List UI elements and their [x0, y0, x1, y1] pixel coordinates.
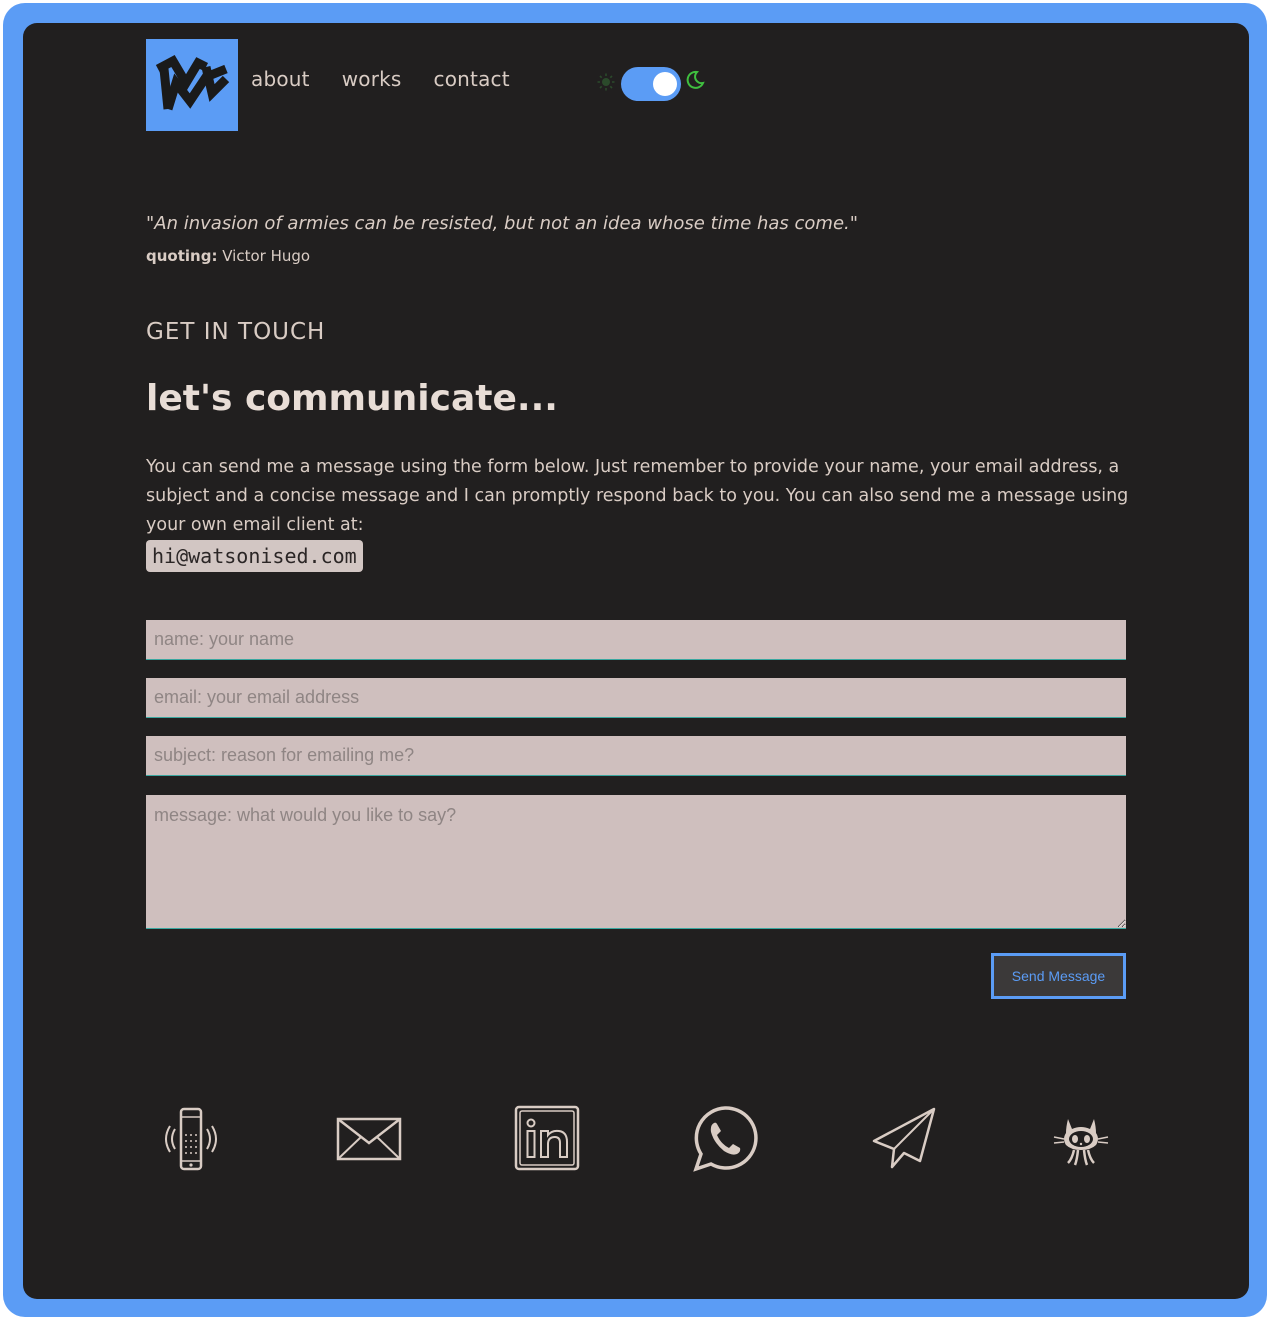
logo[interactable] — [146, 39, 238, 131]
toggle-switch[interactable] — [621, 67, 681, 101]
page-title: let's communicate... — [146, 378, 558, 419]
social-linkedin[interactable] — [512, 1103, 582, 1173]
page-frame: about works contact "An invasion of armi… — [3, 3, 1267, 1317]
whatsapp-icon — [693, 1106, 758, 1172]
message-field[interactable] — [146, 795, 1126, 929]
quote-label: quoting: — [146, 247, 218, 265]
email-address[interactable]: hi@watsonised.com — [146, 540, 363, 572]
toggle-knob — [653, 72, 677, 96]
phone-icon — [165, 1107, 217, 1171]
linkedin-icon — [514, 1105, 580, 1171]
mw-logo-icon — [155, 55, 230, 111]
nav-link-contact[interactable]: contact — [434, 67, 510, 91]
page-body: about works contact "An invasion of armi… — [23, 23, 1249, 1299]
theme-toggle[interactable] — [594, 65, 709, 101]
sun-icon — [597, 73, 615, 91]
send-message-button[interactable]: Send Message — [991, 953, 1126, 999]
nav-link-about[interactable]: about — [251, 67, 310, 91]
social-telegram[interactable] — [868, 1103, 938, 1173]
telegram-icon — [872, 1107, 936, 1169]
email-field[interactable] — [146, 678, 1126, 718]
section-label: GET IN TOUCH — [146, 319, 326, 345]
quote-attribution: quoting: Victor Hugo — [146, 247, 310, 265]
social-links — [146, 1103, 1126, 1173]
main-nav: about works contact — [251, 67, 510, 91]
social-phone[interactable] — [156, 1103, 226, 1173]
quote-text: "An invasion of armies can be resisted, … — [146, 213, 859, 234]
quote-author: Victor Hugo — [222, 247, 311, 265]
social-github[interactable] — [1046, 1103, 1116, 1173]
name-field[interactable] — [146, 620, 1126, 660]
moon-icon — [686, 70, 705, 89]
contact-description: You can send me a message using the form… — [146, 457, 1129, 535]
nav-link-works[interactable]: works — [342, 67, 402, 91]
social-mail[interactable] — [334, 1103, 404, 1173]
mail-icon — [336, 1117, 402, 1161]
github-icon — [1053, 1119, 1109, 1166]
social-whatsapp[interactable] — [690, 1103, 760, 1173]
subject-field[interactable] — [146, 736, 1126, 776]
